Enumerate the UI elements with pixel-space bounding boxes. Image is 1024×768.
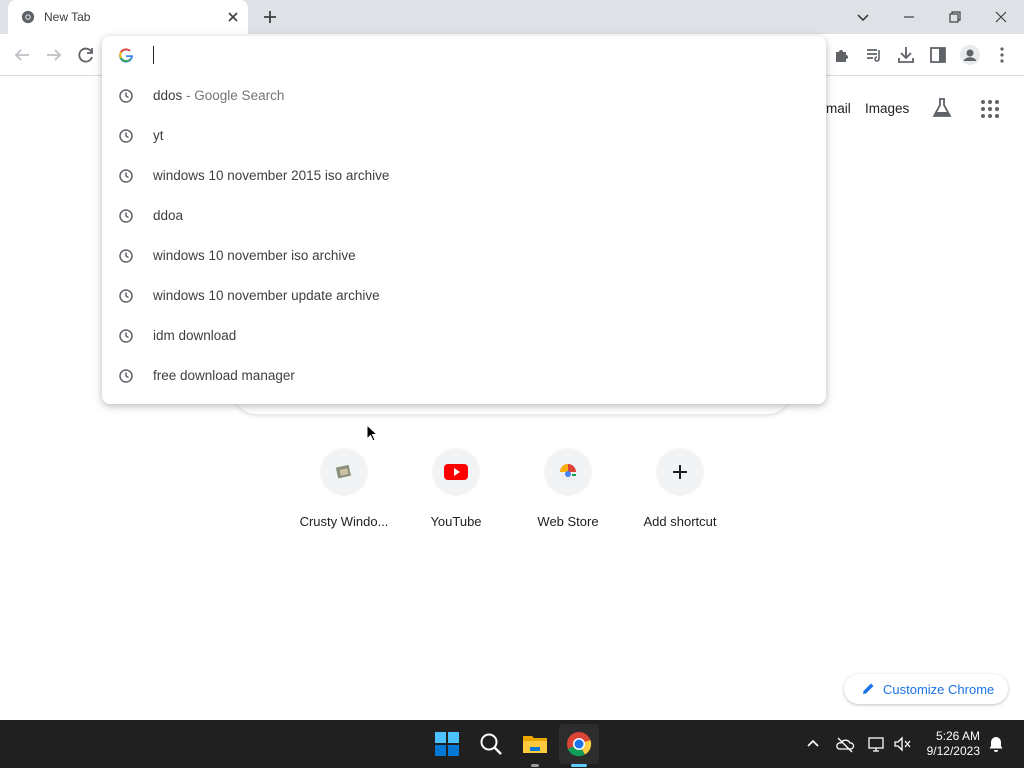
active-indicator xyxy=(571,764,587,767)
shortcut-icon-bg xyxy=(320,448,368,496)
notification-bell-icon[interactable] xyxy=(987,735,1005,753)
suggestion-suffix: - Google Search xyxy=(182,88,285,103)
chrome-icon xyxy=(21,10,35,24)
search-icon[interactable] xyxy=(475,728,507,760)
kebab-menu-icon[interactable] xyxy=(991,44,1013,66)
suggestion-text: free download manager xyxy=(153,368,295,383)
close-window-icon[interactable] xyxy=(988,4,1014,30)
text-caret xyxy=(153,46,154,64)
media-queue-icon[interactable] xyxy=(863,44,885,66)
minimize-icon[interactable] xyxy=(896,4,922,30)
history-clock-icon xyxy=(119,129,133,143)
clock-time: 5:26 AM xyxy=(935,729,980,743)
pencil-icon xyxy=(863,683,874,694)
suggestion-row[interactable]: windows 10 november update archive xyxy=(102,276,826,316)
suggestion-row[interactable]: windows 10 november iso archive xyxy=(102,236,826,276)
suggestion-text: ddoa xyxy=(153,208,184,223)
system-clock[interactable]: 5:26 AM 9/12/2023 xyxy=(912,729,980,759)
clock-date: 9/12/2023 xyxy=(926,744,980,758)
side-panel-icon[interactable] xyxy=(927,44,949,66)
suggestion-text: windows 10 november update archive xyxy=(153,288,380,303)
youtube-icon xyxy=(444,464,468,480)
network-icon[interactable] xyxy=(867,735,887,753)
tab-title: New Tab xyxy=(44,10,91,24)
download-icon[interactable] xyxy=(895,44,917,66)
shortcut-label: Add shortcut xyxy=(643,514,717,529)
file-explorer-icon[interactable] xyxy=(519,728,551,760)
chevron-up-icon[interactable] xyxy=(804,735,822,753)
suggestion-text: idm download xyxy=(153,328,237,343)
history-clock-icon xyxy=(119,89,133,103)
history-clock-icon xyxy=(119,209,133,223)
suggestion-row[interactable]: ddoa xyxy=(102,196,826,236)
suggestion-text: ddos xyxy=(153,88,183,103)
crusty-windows-icon xyxy=(335,464,351,479)
history-clock-icon xyxy=(119,169,133,183)
windows-start-icon[interactable] xyxy=(431,728,463,760)
suggestion-text: windows 10 november iso archive xyxy=(153,248,356,263)
tab-search-icon[interactable] xyxy=(850,4,876,30)
history-clock-icon xyxy=(119,249,133,263)
suggestion-row[interactable]: ddos - Google Search xyxy=(102,76,826,116)
profile-avatar-icon[interactable] xyxy=(959,44,981,66)
extensions-icon[interactable] xyxy=(831,44,853,66)
suggestion-text: windows 10 november 2015 iso archive xyxy=(153,168,390,183)
shortcut-icon-bg xyxy=(656,448,704,496)
customize-chrome-button[interactable]: Customize Chrome xyxy=(844,674,1008,704)
onedrive-offline-icon[interactable] xyxy=(835,735,855,753)
web-store-icon xyxy=(560,464,576,480)
omnibox-input[interactable] xyxy=(152,42,812,68)
history-clock-icon xyxy=(119,329,133,343)
history-clock-icon xyxy=(119,369,133,383)
chrome-taskbar-icon[interactable] xyxy=(563,728,595,760)
suggestion-row[interactable]: free download manager xyxy=(102,356,826,396)
suggestion-row[interactable]: idm download xyxy=(102,316,826,356)
close-tab-icon[interactable] xyxy=(225,9,241,25)
shortcut-icon-bg xyxy=(432,448,480,496)
plus-icon xyxy=(673,465,687,479)
suggestion-row[interactable]: yt xyxy=(102,116,826,156)
labs-flask-icon[interactable] xyxy=(930,96,954,120)
tab-new-tab[interactable]: New Tab xyxy=(8,0,248,34)
forward-icon[interactable] xyxy=(43,44,65,66)
history-clock-icon xyxy=(119,289,133,303)
google-g-icon xyxy=(119,48,134,63)
apps-grid-icon[interactable] xyxy=(978,97,1002,121)
shortcut-icon-bg xyxy=(544,448,592,496)
shortcut-label: YouTube xyxy=(430,514,482,529)
restore-icon[interactable] xyxy=(942,4,968,30)
customize-chrome-label: Customize Chrome xyxy=(883,682,995,697)
new-tab-button[interactable] xyxy=(260,7,280,27)
add-shortcut-tile[interactable]: Add shortcut xyxy=(624,448,736,548)
windows-taskbar: 5:26 AM 9/12/2023 xyxy=(0,720,1024,768)
suggestion-text: yt xyxy=(153,128,164,143)
shortcut-label: Web Store xyxy=(537,514,599,529)
running-indicator xyxy=(531,764,539,767)
shortcut-label: Crusty Windo... xyxy=(299,514,389,529)
tab-strip: New Tab xyxy=(0,0,1024,34)
images-link[interactable]: Images xyxy=(865,101,909,116)
speaker-muted-icon[interactable] xyxy=(893,735,913,753)
suggestion-row[interactable]: windows 10 november 2015 iso archive xyxy=(102,156,826,196)
back-icon[interactable] xyxy=(11,44,33,66)
shortcut-tile[interactable]: YouTube xyxy=(400,448,512,548)
shortcut-tile[interactable]: Crusty Windo... xyxy=(288,448,400,548)
shortcut-tile[interactable]: Web Store xyxy=(512,448,624,548)
omnibox-dropdown: ddos - Google Search yt windows 10 novem… xyxy=(102,36,826,404)
reload-icon[interactable] xyxy=(75,44,97,66)
gmail-link[interactable]: mail xyxy=(826,101,851,116)
mouse-cursor-icon xyxy=(366,424,379,442)
